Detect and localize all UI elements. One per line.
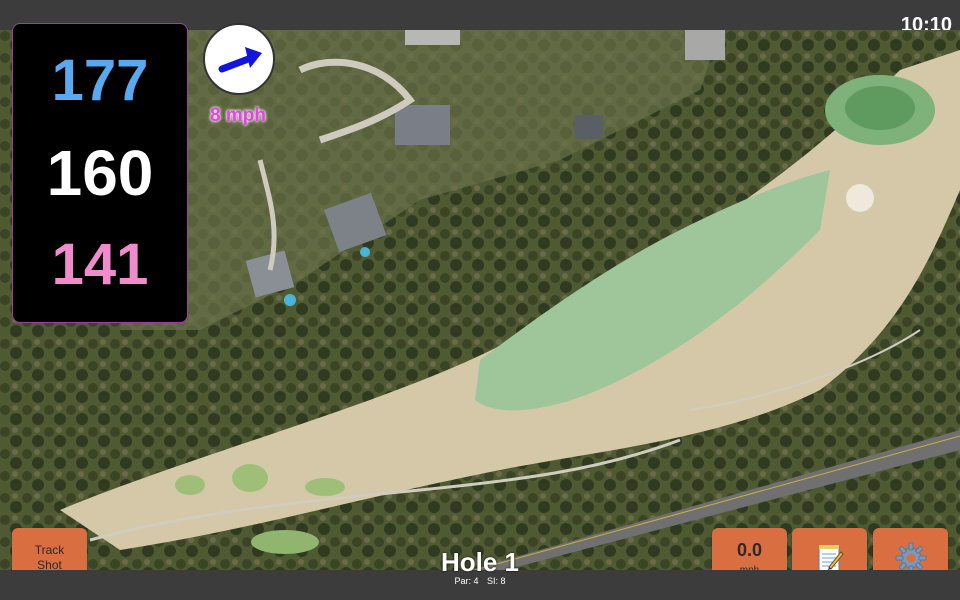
- hole-info: Par: 4 SI: 8: [380, 576, 580, 586]
- notepad-icon: [818, 544, 844, 571]
- front-distance: 141: [51, 232, 149, 298]
- distance-panel: 177 160 141: [12, 23, 188, 323]
- back-distance: 177: [51, 47, 149, 113]
- hole-stroke-index: SI: 8: [487, 576, 506, 586]
- wind-speed-label: 8 mph: [210, 105, 266, 126]
- track-shot-label-line1: Track: [34, 542, 65, 557]
- middle-distance: 160: [46, 136, 154, 209]
- wind-indicator[interactable]: [203, 23, 275, 95]
- speed-value: 0.0: [736, 539, 763, 560]
- wind-arrow-icon: [218, 47, 262, 73]
- hole-title: Hole 1: [440, 547, 520, 577]
- hole-par: Par: 4: [454, 576, 479, 586]
